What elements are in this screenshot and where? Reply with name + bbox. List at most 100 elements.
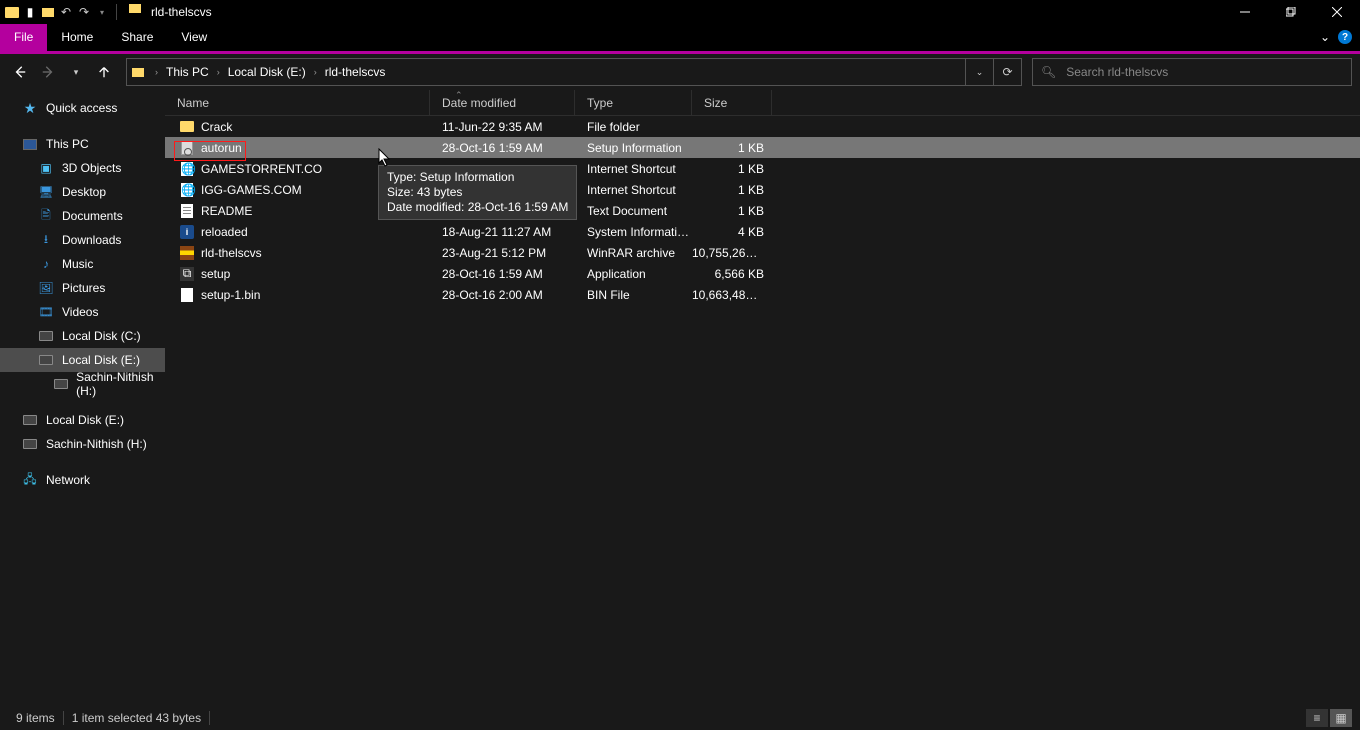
file-name: README <box>201 204 252 218</box>
sidebar-icon: 🖼 <box>38 280 54 296</box>
file-name: IGG-GAMES.COM <box>201 183 302 197</box>
sidebar-icon: 🖹 <box>38 208 54 224</box>
file-row[interactable]: setup-1.bin 28-Oct-16 2:00 AMBIN File10,6… <box>165 284 1360 305</box>
column-size[interactable]: Size <box>692 90 772 115</box>
sidebar-item[interactable]: 🖥Desktop <box>0 180 165 204</box>
file-type: Application <box>575 267 692 281</box>
help-icon[interactable]: ? <box>1338 30 1352 44</box>
sidebar-icon: ▣ <box>38 160 54 176</box>
file-icon <box>179 287 195 303</box>
file-icon <box>179 119 195 135</box>
qa-pin-icon[interactable]: ▮ <box>22 4 38 20</box>
file-tab[interactable]: File <box>0 24 47 51</box>
pc-icon <box>22 136 38 152</box>
sidebar-item[interactable]: 🎞Videos <box>0 300 165 324</box>
qa-folder-icon[interactable] <box>4 4 20 20</box>
qa-undo-icon[interactable]: ↶ <box>58 4 74 20</box>
forward-button[interactable] <box>36 60 60 84</box>
sidebar-item[interactable]: ♪Music <box>0 252 165 276</box>
file-tooltip: Type: Setup Information Size: 43 bytes D… <box>378 165 577 220</box>
file-icon <box>179 203 195 219</box>
file-type: File folder <box>575 120 692 134</box>
file-size: 1 KB <box>692 183 772 197</box>
sidebar-item[interactable]: Local Disk (E:) <box>0 348 165 372</box>
up-button[interactable] <box>92 60 116 84</box>
sidebar-item[interactable]: Sachin-Nithish (H:) <box>0 372 165 396</box>
sidebar-icon <box>38 352 54 368</box>
qa-folder2-icon[interactable] <box>40 4 56 20</box>
sidebar-this-pc[interactable]: This PC <box>0 132 165 156</box>
sidebar-item[interactable]: Sachin-Nithish (H:) <box>0 432 165 456</box>
ribbon-expand-icon[interactable]: ⌄ <box>1320 30 1330 44</box>
history-dropdown[interactable]: ▾ <box>64 60 88 84</box>
qa-dropdown-icon[interactable]: ▾ <box>94 4 110 20</box>
view-tab[interactable]: View <box>167 24 221 51</box>
file-icon: i <box>179 224 195 240</box>
home-tab[interactable]: Home <box>47 24 107 51</box>
back-button[interactable] <box>8 60 32 84</box>
file-size: 1 KB <box>692 162 772 176</box>
address-dropdown[interactable]: ⌄ <box>965 59 993 85</box>
window-folder-icon <box>129 4 145 20</box>
file-icon <box>179 245 195 261</box>
file-row[interactable]: ireloaded18-Aug-21 11:27 AMSystem Inform… <box>165 221 1360 242</box>
sidebar-quick-access[interactable]: ★ Quick access <box>0 96 165 120</box>
file-row[interactable]: 🌐GAMESTORRENT.COInternet Shortcut1 KB <box>165 158 1360 179</box>
chevron-icon[interactable]: › <box>149 67 164 77</box>
column-type[interactable]: Type <box>575 90 692 115</box>
breadcrumb-thispc[interactable]: This PC <box>164 65 211 79</box>
file-name: Crack <box>201 120 232 134</box>
file-name: setup <box>201 267 230 281</box>
sidebar-item[interactable]: ▣3D Objects <box>0 156 165 180</box>
large-icons-view-button[interactable]: ▦ <box>1330 709 1352 727</box>
details-view-button[interactable]: ≡ <box>1306 709 1328 727</box>
file-row[interactable]: autorun 28-Oct-16 1:59 AMSetup Informatio… <box>165 137 1360 158</box>
breadcrumb-drive[interactable]: Local Disk (E:) <box>226 65 308 79</box>
file-name: autorun <box>201 141 242 155</box>
breadcrumb-folder[interactable]: rld-thelscvs <box>323 65 388 79</box>
sidebar-item[interactable]: 🖹Documents <box>0 204 165 228</box>
file-row[interactable]: Crack11-Jun-22 9:35 AMFile folder <box>165 116 1360 137</box>
file-row[interactable]: READMEText Document1 KB <box>165 200 1360 221</box>
address-folder-icon <box>127 68 149 77</box>
file-icon: ⧉ <box>179 266 195 282</box>
search-input[interactable]: 🔍︎ Search rld-thelscvs <box>1032 58 1352 86</box>
sidebar-icon: ♪ <box>38 256 54 272</box>
title-bar: ▮ ↶ ↷ ▾ rld-thelscvs <box>0 0 1360 24</box>
sidebar-network[interactable]: 🖧 Network <box>0 468 165 492</box>
file-name: setup-1.bin <box>201 288 260 302</box>
chevron-icon[interactable]: › <box>308 67 323 77</box>
minimize-button[interactable] <box>1222 0 1268 24</box>
column-name[interactable]: Name <box>165 90 430 115</box>
file-date: 28-Oct-16 1:59 AM <box>430 141 575 155</box>
file-row[interactable]: rld-thelscvs23-Aug-21 5:12 PMWinRAR arch… <box>165 242 1360 263</box>
sidebar-item[interactable]: ⭳Downloads <box>0 228 165 252</box>
sidebar-icon <box>38 328 54 344</box>
chevron-icon[interactable]: › <box>211 67 226 77</box>
file-date: 28-Oct-16 2:00 AM <box>430 288 575 302</box>
file-icon <box>179 140 195 156</box>
maximize-button[interactable] <box>1268 0 1314 24</box>
address-bar[interactable]: › This PC › Local Disk (E:) › rld-thelsc… <box>126 58 1022 86</box>
status-item-count: 9 items <box>8 711 64 725</box>
share-tab[interactable]: Share <box>107 24 167 51</box>
sidebar-item[interactable]: Local Disk (E:) <box>0 408 165 432</box>
column-date[interactable]: Date modified <box>430 90 575 115</box>
file-size: 10,663,487 ... <box>692 288 772 302</box>
file-row[interactable]: 🌐IGG-GAMES.COMInternet Shortcut1 KB <box>165 179 1360 200</box>
refresh-button[interactable]: ⟳ <box>993 59 1021 85</box>
file-row[interactable]: ⧉setup28-Oct-16 1:59 AMApplication6,566 … <box>165 263 1360 284</box>
file-size: 4 KB <box>692 225 772 239</box>
sidebar-item[interactable]: 🖼Pictures <box>0 276 165 300</box>
file-icon: 🌐 <box>179 182 195 198</box>
sidebar-icon: 🖥 <box>38 184 54 200</box>
close-button[interactable] <box>1314 0 1360 24</box>
file-size: 6,566 KB <box>692 267 772 281</box>
file-type: BIN File <box>575 288 692 302</box>
search-icon: 🔍︎ <box>1041 65 1056 79</box>
qa-redo-icon[interactable]: ↷ <box>76 4 92 20</box>
file-size: 1 KB <box>692 204 772 218</box>
sidebar-item[interactable]: Local Disk (C:) <box>0 324 165 348</box>
file-type: Setup Information <box>575 141 692 155</box>
file-type: Internet Shortcut <box>575 162 692 176</box>
